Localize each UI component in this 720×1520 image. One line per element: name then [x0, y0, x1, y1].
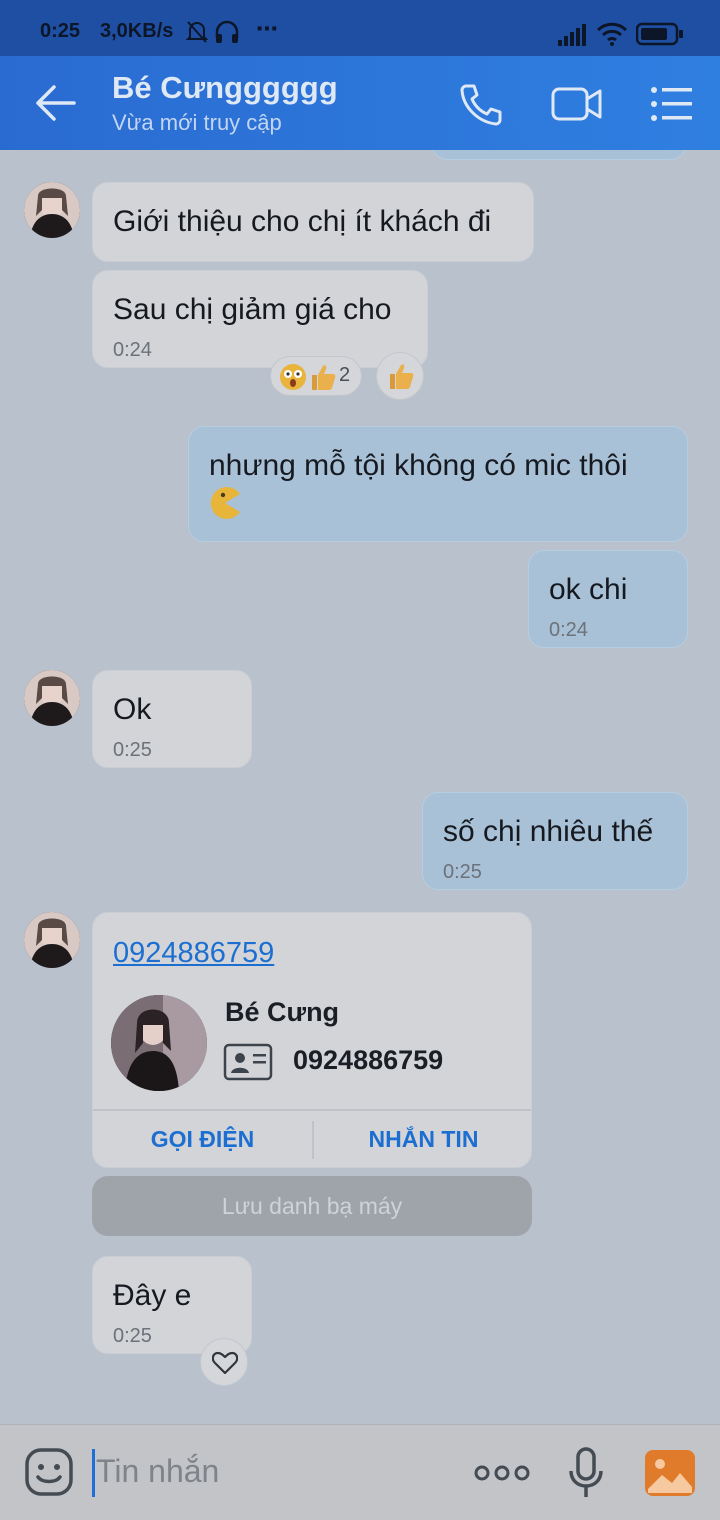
message-text: số chị nhiêu thế	[443, 815, 654, 848]
gallery-image-icon[interactable]	[644, 1449, 696, 1502]
phone-call-icon[interactable]	[458, 82, 504, 131]
message-text: ok chi	[549, 573, 628, 606]
video-call-icon[interactable]	[550, 84, 604, 129]
outgoing-message-bubble[interactable]: nhưng mỗ tội không có mic thôi	[188, 426, 688, 542]
back-arrow-icon[interactable]	[34, 84, 76, 127]
signal-icon	[558, 24, 588, 51]
contact-name[interactable]: Bé Cưngggggg	[112, 70, 338, 106]
message-button[interactable]: NHẮN TIN	[314, 1111, 533, 1167]
more-options-icon[interactable]	[474, 1463, 530, 1488]
reaction-count: 2	[339, 364, 351, 386]
avatar[interactable]	[24, 912, 80, 968]
contact-card[interactable]: 0924886759 Bé Cưng 0924886759 GỌI ĐIỆN N…	[92, 912, 532, 1168]
headphones-icon	[214, 20, 240, 49]
contact-avatar[interactable]	[111, 995, 207, 1091]
message-time: 0:25	[113, 739, 152, 761]
battery-icon	[635, 22, 684, 51]
save-contact-button[interactable]: Lưu danh bạ máy	[92, 1176, 532, 1236]
text-cursor	[92, 1449, 95, 1497]
chat-header: Bé Cưngggggg Vừa mới truy cập	[0, 56, 720, 150]
reaction-summary[interactable]: 2	[270, 356, 362, 396]
message-input-bar: Tin nhắn	[0, 1424, 720, 1520]
last-seen-status: Vừa mới truy cập	[112, 110, 282, 135]
incoming-message-bubble[interactable]: Ok 0:25	[92, 670, 252, 768]
add-reaction-button[interactable]	[376, 352, 424, 400]
emoji-sticker-icon[interactable]	[24, 1447, 74, 1502]
incoming-message-bubble[interactable]: Giới thiệu cho chị ít khách đi	[92, 182, 534, 262]
status-time: 0:25	[40, 20, 81, 42]
outgoing-message-bubble[interactable]: ok chi 0:24	[528, 550, 688, 648]
incoming-message-bubble[interactable]: Sau chị giảm giá cho 0:24	[92, 270, 428, 368]
wifi-icon	[596, 22, 628, 51]
outgoing-message-bubble[interactable]: số chị nhiêu thế 0:25	[422, 792, 688, 890]
avatar[interactable]	[24, 670, 80, 726]
message-text: Sau chị giảm giá cho	[113, 293, 392, 326]
menu-list-icon[interactable]	[650, 86, 694, 127]
status-bar: 0:25 3,0KB/s ⋯	[0, 0, 720, 56]
message-text: Giới thiệu cho chị ít khách đi	[113, 205, 492, 238]
network-speed: 3,0KB/s	[100, 20, 174, 42]
shocked-emoji-icon	[279, 363, 307, 396]
call-button[interactable]: GỌI ĐIỆN	[93, 1111, 312, 1167]
thumbs-up-icon	[387, 361, 415, 396]
microphone-icon[interactable]	[566, 1447, 606, 1504]
more-notifications-icon: ⋯	[256, 16, 278, 41]
heart-icon	[211, 1351, 239, 1380]
phone-number-link[interactable]: 0924886759	[113, 937, 274, 970]
avatar[interactable]	[24, 182, 80, 238]
pacman-emoji-icon	[207, 485, 243, 526]
previous-message-bubble[interactable]	[432, 150, 686, 160]
contact-card-phone: 0924886759	[293, 1045, 444, 1075]
chat-area[interactable]: Giới thiệu cho chị ít khách đi Sau chị g…	[0, 150, 720, 1424]
like-reaction-button[interactable]	[200, 1338, 248, 1386]
message-input[interactable]: Tin nhắn	[96, 1445, 456, 1497]
message-time: 0:25	[443, 861, 482, 883]
contact-card-name: Bé Cưng	[225, 997, 340, 1027]
message-text: Đây e	[113, 1279, 192, 1312]
contact-card-icon	[223, 1043, 273, 1086]
message-text: Ok	[113, 693, 152, 726]
bell-off-icon	[185, 20, 209, 49]
message-time: 0:25	[113, 1325, 152, 1347]
thumbs-up-icon	[309, 362, 337, 397]
message-time: 0:24	[113, 339, 152, 361]
message-text: nhưng mỗ tội không có mic thôi	[209, 449, 628, 482]
message-time: 0:24	[549, 619, 588, 641]
